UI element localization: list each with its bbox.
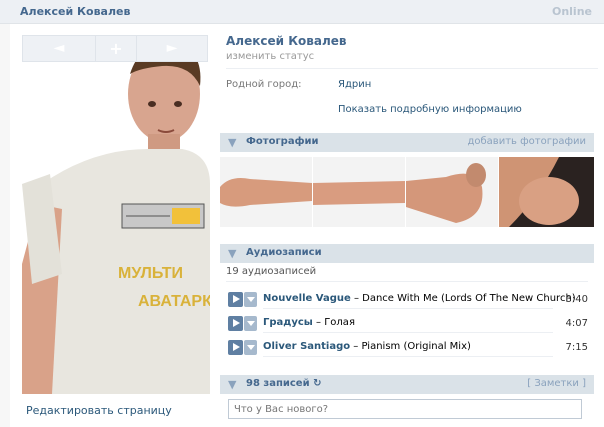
photo-thumbnail[interactable] [313,157,405,227]
play-icon[interactable] [228,292,243,307]
city-label: Родной город: [226,79,302,90]
svg-text:АВАТАРКА: АВАТАРКА [138,293,210,310]
add-track-icon[interactable] [244,316,257,331]
audio-track: Nouvelle Vague – Dance With Me (Lords Of… [228,291,588,309]
svg-text:МУЛЬТИ: МУЛЬТИ [118,265,183,282]
section-arrow-icon: ▼ [228,136,237,149]
audio-count[interactable]: 19 аудиозаписей [226,266,316,277]
notes-link[interactable]: [ Заметки ] [527,378,586,389]
divider [226,68,598,69]
track-title[interactable]: Pianism (Original Mix) [361,341,470,352]
play-icon[interactable] [228,340,243,355]
photo-strip [220,157,594,227]
add-track-icon[interactable] [244,340,257,355]
audio-title[interactable]: Аудиозаписи [246,247,322,258]
track-progress [263,308,553,309]
track-duration: 7:15 [565,342,588,353]
photo-thumbnail[interactable] [220,157,312,227]
next-photo-button[interactable]: ► [137,36,207,61]
wall-header[interactable]: ▼ 98 записей ↻ [ Заметки ] [220,375,594,394]
profile-page: МУЛЬТИ АВАТАРКА ◄ + ► Редактировать стра… [10,24,604,427]
photo-thumbnail[interactable] [499,157,594,227]
track-separator: – [312,317,325,328]
section-arrow-icon: ▼ [228,247,237,260]
show-details-link[interactable]: Показать подробную информацию [338,104,522,115]
profile-avatar[interactable]: МУЛЬТИ АВАТАРКА [22,34,210,394]
prev-photo-button[interactable]: ◄ [23,36,95,61]
wall-count[interactable]: 98 записей [246,378,310,389]
photos-header[interactable]: ▼ Фотографии добавить фотографии [220,133,594,152]
profile-info: Алексей Ковалев изменить статус Родной г… [220,24,604,427]
play-icon[interactable] [228,316,243,331]
track-separator: – [350,293,363,304]
audio-track: Oliver Santiago – Pianism (Original Mix)… [228,339,588,357]
city-value[interactable]: Ядрин [338,79,371,90]
change-status-link[interactable]: изменить статус [226,51,314,62]
track-artist[interactable]: Nouvelle Vague [263,293,351,304]
refresh-icon[interactable]: ↻ [313,378,321,389]
track-progress [263,356,553,357]
topbar-name[interactable]: Алексей Ковалев [20,5,130,18]
audio-header[interactable]: ▼ Аудиозаписи [220,244,594,263]
topbar: Алексей Ковалев Online [0,0,604,24]
online-status: Online [551,5,592,18]
track-duration: 4:07 [565,318,588,329]
track-duration: 3:40 [565,294,588,305]
add-track-icon[interactable] [244,292,257,307]
track-progress [263,332,553,333]
section-arrow-icon: ▼ [228,378,237,391]
track-artist[interactable]: Градусы [263,317,313,328]
profile-name: Алексей Ковалев [226,34,347,48]
add-photos-link[interactable]: добавить фотографии [467,136,586,147]
photo-nav: ◄ + ► [22,35,208,62]
track-title[interactable]: Голая [324,317,355,328]
wall-post-input[interactable] [228,399,582,419]
track-separator: – [350,341,362,352]
edit-page-link[interactable]: Редактировать страницу [26,404,172,417]
divider [226,281,588,282]
track-artist[interactable]: Oliver Santiago [263,341,350,352]
audio-track: Градусы – Голая 4:07 [228,315,588,333]
photo-thumbnail[interactable] [406,157,498,227]
photos-title[interactable]: Фотографии [246,136,319,147]
track-title[interactable]: Dance With Me (Lords Of The New Church) [362,293,576,304]
add-photo-button[interactable]: + [95,36,137,61]
